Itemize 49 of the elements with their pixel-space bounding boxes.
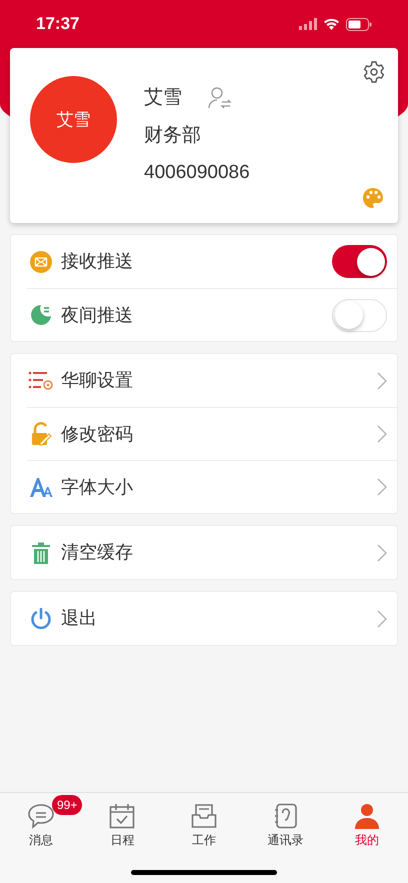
department: 财务部 <box>144 124 202 148</box>
toggle-switch[interactable] <box>332 245 387 278</box>
row-label: 夜间推送 <box>61 304 134 326</box>
address-book-icon <box>274 803 298 829</box>
lock-pencil-icon <box>30 422 52 446</box>
user-name: 艾雪 <box>144 86 182 110</box>
settings-row[interactable]: 退出 <box>27 592 397 645</box>
phone-number: 4006090086 <box>144 161 250 185</box>
settings-row[interactable]: 清空缓存 <box>27 526 397 579</box>
chevron-right-icon <box>377 425 387 443</box>
tab-item[interactable]: 消息 99+ <box>0 793 82 849</box>
switch-user-icon <box>208 87 232 110</box>
chevron-right-icon <box>377 372 387 390</box>
list-settings-icon <box>28 370 54 392</box>
moon-icon <box>30 304 52 326</box>
font-size-icon <box>29 476 53 498</box>
status-time: 17:37 <box>36 13 80 36</box>
inbox-tray-icon <box>190 803 217 829</box>
settings-row[interactable]: 夜间推送 <box>27 288 397 341</box>
row-label: 修改密码 <box>61 422 134 446</box>
settings-row[interactable]: 修改密码 <box>27 407 397 460</box>
tab-item[interactable]: 工作 <box>163 793 245 849</box>
row-label: 退出 <box>61 607 98 630</box>
unread-badge: 99+ <box>52 795 82 815</box>
settings-row[interactable]: 接收推送 <box>27 235 397 288</box>
calendar-icon <box>109 803 136 829</box>
tab-item[interactable]: 通讯录 <box>244 793 326 849</box>
chevron-right-icon <box>377 478 387 496</box>
settings-row[interactable]: 字体大小 <box>27 460 397 513</box>
avatar: 艾雪 <box>30 76 117 163</box>
row-label: 接收推送 <box>61 250 134 273</box>
row-label: 字体大小 <box>61 476 134 498</box>
row-label: 清空缓存 <box>61 541 134 564</box>
toggle-switch[interactable] <box>332 298 387 332</box>
tab-item[interactable]: 日程 <box>82 793 164 849</box>
settings-icon[interactable] <box>362 60 386 84</box>
tab-item[interactable]: 我的 <box>326 793 408 849</box>
chat-bubble-icon <box>26 803 55 829</box>
trash-icon <box>31 542 51 564</box>
chevron-right-icon <box>377 610 387 628</box>
envelope-icon <box>30 250 52 272</box>
battery-icon <box>346 18 372 30</box>
wifi-icon <box>323 18 340 30</box>
settings-row[interactable]: 华聊设置 <box>27 354 397 407</box>
signal-icon <box>299 18 317 30</box>
power-icon <box>30 608 52 630</box>
chevron-right-icon <box>377 544 387 562</box>
row-label: 华聊设置 <box>61 369 134 392</box>
person-icon <box>354 803 380 829</box>
